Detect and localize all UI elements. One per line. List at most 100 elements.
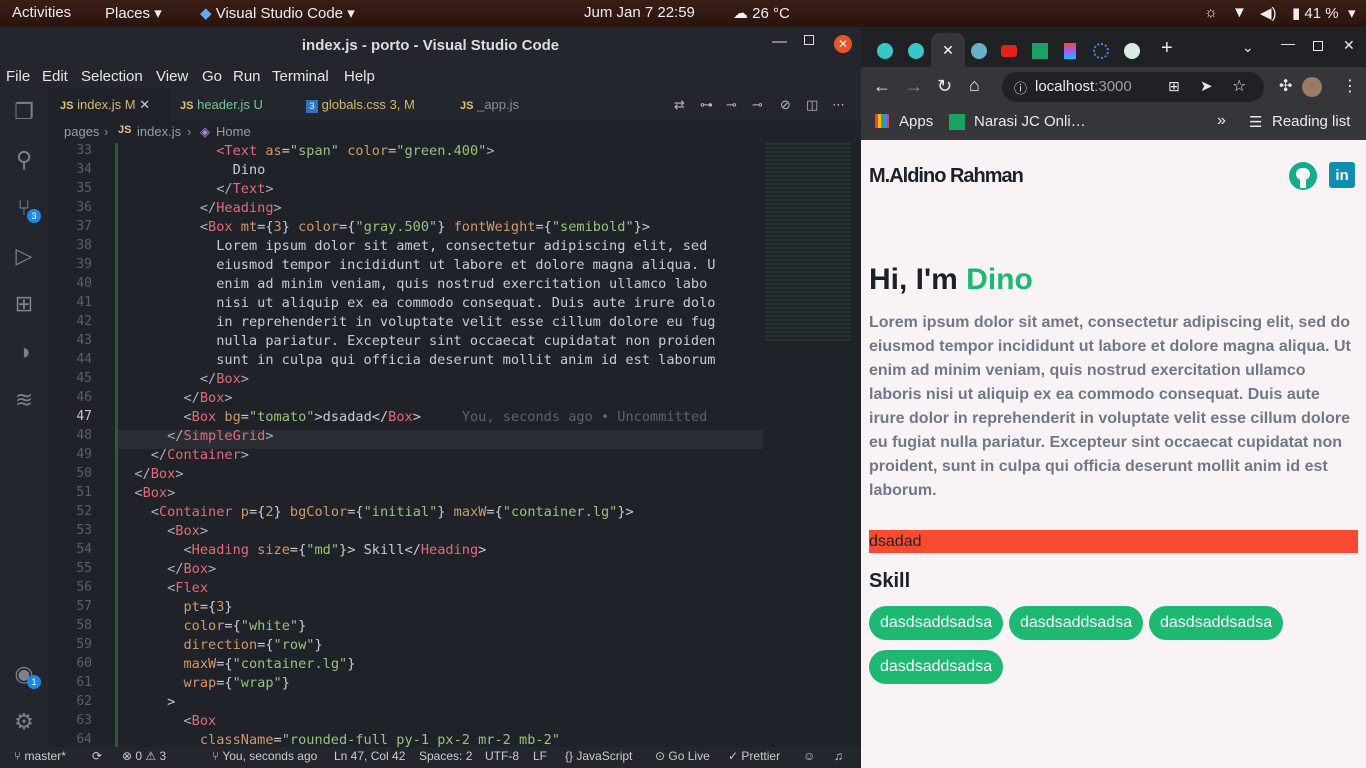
figma-tab-icon[interactable] [1064,43,1076,59]
bookmark-narasi[interactable]: Narasi JC Onli… [974,113,1086,130]
translate-icon[interactable]: ⊞ [1168,78,1180,95]
line-number: 36 [76,200,92,215]
menu-terminal[interactable]: Terminal [272,68,329,85]
battery-icon[interactable]: ▮ 41 % [1292,4,1339,22]
sheets-bookmark-icon [949,114,965,130]
cursor-position[interactable]: Ln 47, Col 42 [334,749,405,763]
tab-globals-css[interactable]: 3 globals.css 3, M [306,89,448,121]
minimize-button[interactable]: — [1281,35,1295,51]
send-icon[interactable]: ➤ [1200,77,1213,95]
bookmark-apps[interactable]: Apps [899,113,933,130]
code-editor[interactable]: 33 34 35 36 37 38 39 40 41 42 43 44 45 46 47 48 49 50 51 52… [48,143,853,750]
wifi-icon[interactable]: ▼ [1232,4,1247,21]
close-window-button[interactable]: ✕ [1343,37,1355,54]
minimap[interactable] [765,143,851,343]
close-window-button[interactable]: ✕ [834,35,852,53]
chevron-right-icon: › [187,124,192,139]
tab-index-js[interactable]: JS index.js M ✕ [48,89,170,121]
more-bookmarks-icon[interactable]: » [1217,112,1226,130]
timeline-icon[interactable]: ⊘ [780,89,791,121]
weather[interactable]: ☁ 26 °C [733,4,790,22]
encoding-status[interactable]: UTF-8 [485,749,519,763]
indentation-status[interactable]: Spaces: 2 [419,749,472,763]
profile-avatar[interactable] [1302,77,1322,97]
menu-help[interactable]: Help [344,68,375,85]
linkedin-icon[interactable]: in [1329,162,1355,188]
menu-view[interactable]: View [156,68,188,85]
extensions-icon[interactable]: ⊞ [11,291,37,317]
code-line: Lorem ipsum dolor sit amet, consectetur … [118,238,708,254]
forward-icon[interactable]: → [905,76,923,97]
explorer-icon[interactable]: ❐ [11,99,37,125]
sync-icon[interactable]: ⟳ [92,749,102,763]
maximize-button[interactable] [804,35,814,45]
reading-list-icon[interactable]: ☰ [1249,113,1262,131]
menu-edit[interactable]: Edit [42,68,68,85]
volume-icon[interactable]: ◀) [1260,4,1277,22]
power-menu-icon[interactable]: ▾ [1348,4,1356,22]
breadcrumb-folder[interactable]: pages [64,124,99,139]
back-icon[interactable]: ← [873,76,891,97]
more-actions-icon[interactable]: ⋯ [832,89,845,121]
menu-go[interactable]: Go [202,68,222,85]
source-control-icon[interactable]: ⑂ 3 [11,195,41,223]
next-change-icon[interactable]: ⊸ [752,89,763,121]
docker-icon[interactable]: ≋ [11,387,37,413]
feedback-icon[interactable]: ☺ [803,749,815,763]
search-icon[interactable]: ⚲ [11,147,37,173]
app-menu[interactable]: ◆ Visual Studio Code ▾ [200,4,355,22]
account-icon[interactable]: ◉ 1 [11,661,41,689]
run-debug-icon[interactable]: ▷ [11,243,37,269]
new-tab-button[interactable]: + [1161,37,1173,60]
clock[interactable]: Jum Jan 7 22:59 [584,4,695,21]
extensions-puzzle-icon[interactable]: ✣ [1279,76,1292,96]
tab-header-js[interactable]: JS header.js U [180,89,298,121]
split-editor-icon[interactable]: ◫ [806,89,818,121]
tab-favicon[interactable] [877,43,893,59]
tab-app-js[interactable]: JS _app.js [460,89,560,121]
menu-selection[interactable]: Selection [81,68,143,85]
tab-favicon[interactable] [908,43,924,59]
breadcrumb-file[interactable]: index.js [137,124,181,139]
places-menu[interactable]: Places ▾ [105,4,162,22]
apps-grid-icon[interactable] [875,114,889,128]
site-info-icon[interactable]: ⓘ [1014,78,1027,97]
maximize-button[interactable] [1313,41,1323,51]
tab-search-icon[interactable]: ⌄ [1242,39,1254,56]
line-number: 49 [76,447,92,462]
home-icon[interactable]: ⌂ [969,75,980,96]
previous-change-icon[interactable]: ⊸ [726,89,737,121]
chrome-menu-icon[interactable]: ⋮ [1342,76,1358,96]
tab-favicon[interactable] [1124,43,1140,59]
tab-favicon[interactable] [971,43,987,59]
reading-list[interactable]: Reading list [1272,113,1350,130]
menu-file[interactable]: File [6,68,30,85]
eol-status[interactable]: LF [533,749,547,763]
activities-button[interactable]: Activities [12,4,71,21]
branch-status[interactable]: ⑂ master* [14,749,66,763]
prettier-status[interactable]: ✓ Prettier [728,749,780,763]
notifications-bell-icon[interactable]: ♫ [834,749,843,763]
brightness-icon[interactable]: ☼ [1204,4,1218,21]
active-tab-close-icon[interactable]: ✕ [931,33,965,67]
site-brand[interactable]: M.Aldino Rahman [869,165,1024,188]
problems-status[interactable]: ⊗ 0 ⚠ 3 [122,749,166,763]
git-compare-icon[interactable]: ⊶ [700,89,713,121]
reload-icon[interactable]: ↻ [937,76,952,97]
close-tab-icon[interactable]: ✕ [139,97,150,112]
open-changes-icon[interactable]: ⇄ [674,89,685,121]
youtube-tab-icon[interactable] [1001,45,1017,57]
minimize-button[interactable]: — [772,33,787,50]
language-status[interactable]: {} JavaScript [565,749,632,763]
sheets-tab-icon[interactable] [1032,43,1048,59]
blame-status[interactable]: ⑂ You, seconds ago [212,749,317,763]
github-icon[interactable] [1289,162,1317,190]
go-live-status[interactable]: ⊙ Go Live [655,749,710,763]
menu-run[interactable]: Run [233,68,261,85]
git-graph-icon[interactable]: ◑ [11,339,37,365]
settings-gear-icon[interactable]: ⚙ [11,709,37,735]
bookmark-star-icon[interactable]: ☆ [1232,76,1246,96]
tab-favicon[interactable] [1093,43,1109,59]
address-bar[interactable]: ⓘ localhost:3000 ⊞ ➤ ☆ [1002,72,1264,102]
breadcrumb-symbol[interactable]: Home [216,124,251,139]
